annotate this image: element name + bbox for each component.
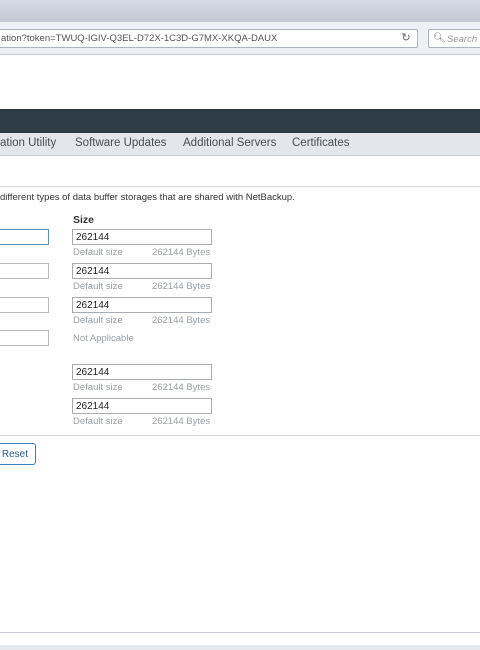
default-size-label-3: Default size <box>73 315 123 326</box>
default-size-label-5: Default size <box>73 382 123 393</box>
status-bar <box>0 645 480 650</box>
size-column-header: Size <box>73 214 95 226</box>
search-box[interactable]: 🔍︎ Search <box>428 29 480 48</box>
tab-certificates[interactable]: Certificates <box>292 137 350 149</box>
browser-nav-bar: ation?token=TWUQ-IGIV-Q3EL-D72X-1C3D-G7M… <box>0 22 480 55</box>
search-placeholder: Search <box>447 34 478 45</box>
default-size-label-6: Default size <box>73 416 123 427</box>
buffer-count-input-4[interactable] <box>0 330 49 346</box>
default-size-label-2: Default size <box>73 281 123 292</box>
buffer-count-input-3[interactable] <box>0 297 49 313</box>
address-bar[interactable]: ation?token=TWUQ-IGIV-Q3EL-D72X-1C3D-G7M… <box>0 29 418 48</box>
buffer-size-input-5[interactable] <box>72 364 212 380</box>
default-size-value-3: 262144 Bytes <box>152 315 211 326</box>
page-description: different types of data buffer storages … <box>0 192 295 203</box>
buffer-size-input-3[interactable] <box>72 297 212 313</box>
tab-software-updates[interactable]: Software Updates <box>75 137 166 149</box>
reload-icon[interactable]: ↻ <box>399 32 413 45</box>
tab-additional-servers[interactable]: Additional Servers <box>183 137 276 149</box>
tab-bar: ation Utility Software Updates Additiona… <box>0 133 480 156</box>
app-header-bar <box>0 109 480 133</box>
search-icon: 🔍︎ <box>433 33 446 44</box>
buffer-size-input-2[interactable] <box>72 263 212 279</box>
divider <box>0 435 480 436</box>
status-bar-divider <box>0 632 480 633</box>
default-size-value-5: 262144 Bytes <box>152 382 211 393</box>
buffer-count-input-1[interactable] <box>0 229 49 245</box>
default-size-value-2: 262144 Bytes <box>152 281 211 292</box>
tab-configuration-utility[interactable]: ation Utility <box>0 137 56 149</box>
url-text: ation?token=TWUQ-IGIV-Q3EL-D72X-1C3D-G7M… <box>1 33 278 44</box>
buffer-size-input-6[interactable] <box>72 398 212 414</box>
default-size-value-1: 262144 Bytes <box>152 247 211 258</box>
not-applicable-label: Not Applicable <box>73 333 134 344</box>
divider <box>0 186 480 187</box>
default-size-label-1: Default size <box>73 247 123 258</box>
default-size-value-6: 262144 Bytes <box>152 416 211 427</box>
reset-button[interactable]: Reset <box>0 443 36 465</box>
buffer-size-input-1[interactable] <box>72 229 212 245</box>
browser-title-bar <box>0 0 480 22</box>
buffer-count-input-2[interactable] <box>0 263 49 279</box>
